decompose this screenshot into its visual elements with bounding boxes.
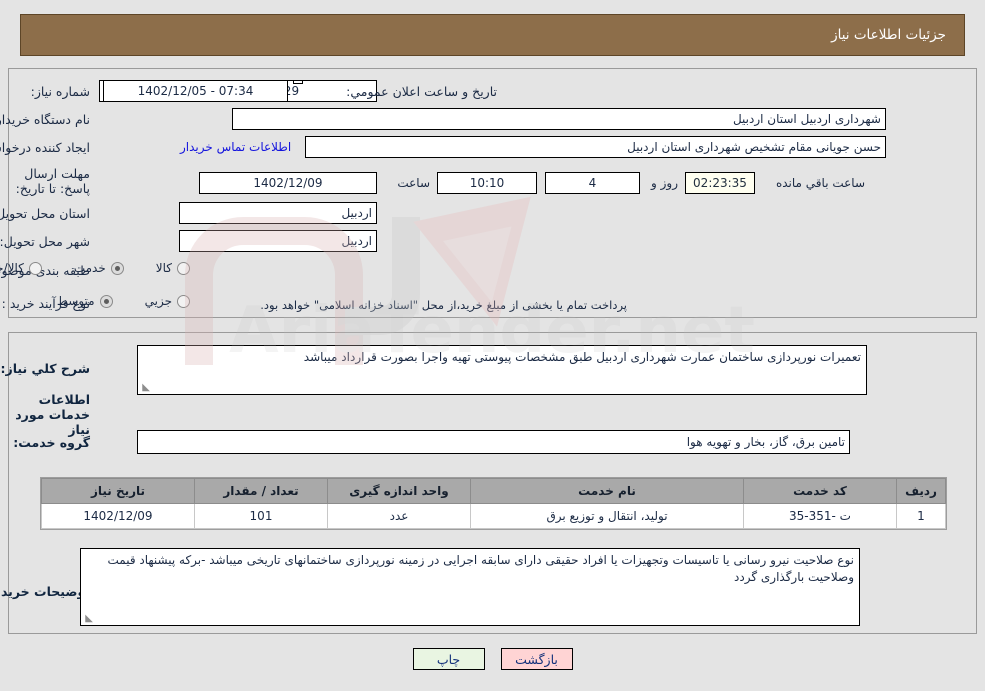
remaining-days-value[interactable]: 4 (545, 172, 640, 194)
col-qty: تعداد / مقدار (194, 478, 328, 504)
city-value[interactable]: اردبیل (179, 230, 377, 252)
service-group-label: گروه خدمت: (13, 435, 90, 450)
back-button[interactable]: بازگشت (500, 648, 573, 670)
table-header-row: ردیف کد خدمت نام خدمت واحد اندازه گیری ت… (41, 478, 946, 504)
col-code: کد خدمت (743, 478, 897, 504)
cell-need-date: 1402/12/09 (41, 503, 195, 529)
category-option-label: خدمت (73, 261, 106, 275)
category-radio-icon[interactable] (177, 261, 190, 275)
category-radio-group[interactable]: کالا خدمت کالا/خدمت (0, 261, 190, 275)
buyer-org-label: نام دستگاه خریدار: (0, 112, 90, 127)
process-radio-icon[interactable] (99, 294, 113, 308)
col-unit: واحد اندازه گیری (327, 478, 471, 504)
buyer-notes-label: توضیحات خریدار: (0, 584, 90, 599)
buyer-contact-link[interactable]: اطلاعات تماس خریدار (180, 140, 291, 154)
deadline-time-value[interactable]: 10:10 (437, 172, 537, 194)
buyer-notes-value: نوع صلاحیت نیرو رسانی یا تاسیسات وتجهیزا… (107, 553, 854, 584)
deadline-time-word: ساعت (397, 176, 430, 190)
category-option-1[interactable]: خدمت (74, 261, 124, 275)
province-label: استان محل تحویل: (0, 206, 90, 221)
service-group-value[interactable]: تامین برق، گاز، بخار و تهویه هوا (137, 430, 850, 454)
description-label: شرح کلي نیاز: (0, 361, 90, 376)
services-section-heading: اطلاعات خدمات مورد نیاز (15, 392, 90, 437)
remaining-hours-word: ساعت باقي مانده (775, 176, 865, 190)
process-option-0[interactable]: جزیي (145, 294, 190, 308)
announce-label: تاریخ و ساعت اعلان عمومي: (346, 84, 497, 99)
category-option-label: کالا/خدمت (0, 261, 24, 275)
category-option-2[interactable]: کالا/خدمت (0, 261, 42, 275)
requester-label: ایجاد کننده درخواست: (0, 140, 90, 155)
category-radio-icon[interactable] (28, 261, 42, 275)
process-option-label: جزیي (144, 294, 172, 308)
page-root: AriaTender.net جزئیات اطلاعات نیاز شماره… (0, 0, 985, 691)
page-title-bar: جزئیات اطلاعات نیاز (20, 14, 965, 56)
page-title: جزئیات اطلاعات نیاز (831, 27, 946, 43)
category-option-label: کالا (155, 261, 172, 275)
cell-code: ت -351-35 (743, 503, 897, 529)
announce-value[interactable]: 07:34 - 1402/12/05 (103, 80, 288, 102)
city-label: شهر محل تحویل: (0, 234, 90, 249)
category-radio-icon[interactable] (110, 261, 124, 275)
table-row: 1 ت -351-35 تولید، انتقال و توزیع برق عد… (41, 503, 946, 529)
need-number-label: شماره نیاز: (30, 84, 90, 99)
process-radio-group[interactable]: جزیي متوسط (29, 294, 190, 308)
process-radio-icon[interactable] (177, 294, 190, 308)
deadline-date-value[interactable]: 1402/12/09 (199, 172, 377, 194)
cell-name: تولید، انتقال و توزیع برق (470, 503, 744, 529)
treasury-note: پرداخت تمام یا بخشی از مبلغ خرید،از محل … (260, 298, 627, 312)
province-value[interactable]: اردبیل (179, 202, 377, 224)
countdown-timer: 02:23:35 (685, 172, 755, 194)
days-word: روز و (651, 176, 678, 190)
cell-unit: عدد (327, 503, 471, 529)
process-option-label: متوسط (56, 294, 95, 308)
buyer-org-value[interactable]: شهرداری اردبیل استان اردبیل (232, 108, 886, 130)
col-radif: ردیف (896, 478, 946, 504)
cell-radif: 1 (896, 503, 946, 529)
print-button[interactable]: چاپ (412, 648, 485, 670)
requester-value[interactable]: حسن جویانی مقام تشخیص شهرداری استان اردب… (305, 136, 886, 158)
col-need-date: تاریخ نیاز (41, 478, 195, 504)
resize-grip-icon[interactable]: ◣ (140, 383, 150, 393)
process-option-1[interactable]: متوسط (57, 294, 113, 308)
service-items-table-wrapper: ردیف کد خدمت نام خدمت واحد اندازه گیری ت… (40, 477, 947, 530)
cell-qty: 101 (194, 503, 328, 529)
deadline-label: مهلت ارسال پاسخ: تا تاریخ: (15, 166, 90, 196)
buyer-notes-textarea[interactable]: نوع صلاحیت نیرو رسانی یا تاسیسات وتجهیزا… (80, 548, 860, 626)
description-textarea[interactable]: تعمیرات نورپردازی ساختمان عمارت شهرداری … (137, 345, 867, 395)
category-option-0[interactable]: کالا (156, 261, 190, 275)
footer-button-row: بازگشت چاپ (0, 648, 985, 670)
description-value: تعمیرات نورپردازی ساختمان عمارت شهرداری … (303, 350, 861, 364)
col-name: نام خدمت (470, 478, 744, 504)
resize-grip-icon[interactable]: ◣ (83, 614, 93, 624)
service-items-table: ردیف کد خدمت نام خدمت واحد اندازه گیری ت… (41, 478, 946, 529)
